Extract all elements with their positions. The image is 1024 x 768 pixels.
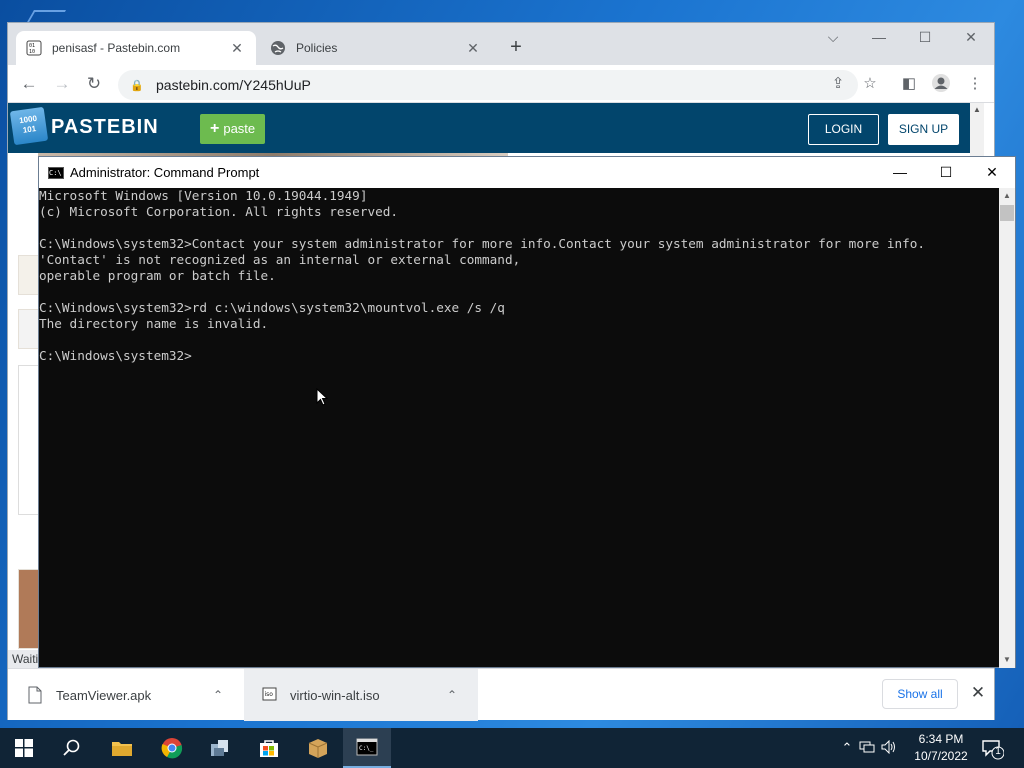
clock-time: 6:34 PM (918, 732, 964, 746)
tab-close-icon[interactable]: ✕ (228, 39, 246, 57)
scroll-thumb[interactable] (1000, 205, 1014, 221)
minimize-icon[interactable]: — (856, 23, 902, 53)
tab-strip: 01 10 penisasf - Pastebin.com ✕ Policies … (8, 23, 994, 65)
scroll-down-icon[interactable]: ▼ (999, 652, 1015, 668)
tab-search-icon[interactable]: ⌵ (810, 23, 856, 53)
cmd-app-icon: C:\ (48, 166, 64, 179)
reload-icon[interactable]: ↻ (83, 73, 105, 95)
svg-text:iso: iso (265, 691, 274, 698)
browser-toolbar: ← → ↻ 🔒 pastebin.com/Y245hUuP ⇪ ☆ ◧ ⋮ (8, 65, 994, 103)
console-line: C:\Windows\system32> (39, 348, 192, 363)
package-icon[interactable] (294, 728, 342, 768)
notification-center-icon[interactable]: 1 (980, 736, 1005, 760)
clock-date: 10/7/2022 (914, 749, 968, 763)
iso-file-icon: iso (262, 686, 277, 704)
command-prompt-window[interactable]: C:\ Administrator: Command Prompt — ☐ ✕ … (38, 156, 1016, 668)
pastebin-header: 1000 101 PASTEBIN + paste LOGIN SIGN UP (8, 103, 984, 153)
back-arrow-icon[interactable]: ← (18, 73, 40, 95)
maximize-icon[interactable]: ☐ (902, 23, 948, 53)
console-line: C:\Windows\system32>Contact your system … (39, 236, 926, 251)
minimize-icon[interactable]: — (877, 157, 923, 188)
forward-arrow-icon[interactable]: → (51, 73, 73, 95)
network-icon[interactable] (856, 740, 878, 757)
pastebin-logo[interactable]: 1000 101 (9, 106, 49, 146)
download-filename: virtio-win-alt.iso (290, 687, 380, 703)
start-button[interactable] (0, 728, 48, 768)
tab-title: Policies (296, 41, 338, 55)
menu-dots-icon[interactable]: ⋮ (964, 73, 986, 95)
login-button[interactable]: LOGIN (808, 114, 879, 145)
command-prompt-taskbar-icon[interactable]: C:\_ (343, 728, 391, 768)
download-filename: TeamViewer.apk (56, 687, 152, 703)
show-all-button[interactable]: Show all (882, 679, 958, 709)
file-icon (28, 686, 42, 704)
download-item[interactable]: TeamViewer.apk ⌃ (8, 669, 244, 721)
signup-button[interactable]: SIGN UP (888, 114, 959, 145)
console-line: Microsoft Windows [Version 10.0.19044.19… (39, 188, 368, 203)
pastebin-favicon-icon: 01 10 (26, 40, 42, 56)
tab-title: penisasf - Pastebin.com (52, 41, 181, 55)
console-line: C:\Windows\system32>rd c:\windows\system… (39, 300, 505, 315)
new-paste-button[interactable]: + paste (200, 114, 266, 144)
virtual-machine-icon[interactable] (196, 728, 244, 768)
plus-icon: + (210, 120, 220, 137)
chevron-up-icon[interactable]: ⌃ (208, 688, 228, 702)
maximize-icon[interactable]: ☐ (923, 157, 969, 188)
cmd-scrollbar[interactable]: ▲ ▼ (999, 188, 1015, 668)
share-icon[interactable]: ⇪ (827, 73, 849, 95)
cmd-window-controls: — ☐ ✕ (877, 157, 1015, 188)
profile-avatar-icon[interactable] (930, 73, 952, 95)
console-line: (c) Microsoft Corporation. All rights re… (39, 204, 399, 219)
taskbar-clock[interactable]: 6:34 PM 10/7/2022 (906, 731, 976, 765)
search-icon[interactable] (48, 728, 96, 768)
notification-count: 1 (995, 746, 1001, 757)
browser-window-controls: ⌵ — ☐ ✕ (810, 23, 994, 53)
svg-text:10: 10 (29, 49, 35, 55)
close-icon[interactable]: ✕ (969, 157, 1015, 188)
scroll-up-icon[interactable]: ▲ (970, 103, 984, 117)
file-explorer-icon[interactable] (98, 728, 146, 768)
cmd-console-output[interactable]: Microsoft Windows [Version 10.0.19044.19… (39, 188, 1000, 668)
globe-icon (270, 40, 286, 56)
close-icon[interactable]: ✕ (948, 23, 994, 53)
chrome-icon[interactable] (148, 728, 196, 768)
cmd-window-title: Administrator: Command Prompt (70, 165, 260, 180)
new-tab-button[interactable]: + (506, 37, 526, 57)
downloads-bar: TeamViewer.apk ⌃ iso virtio-win-alt.iso … (8, 668, 994, 721)
tab-close-icon[interactable]: ✕ (464, 39, 482, 57)
volume-icon[interactable] (878, 739, 900, 757)
new-paste-label: paste (223, 121, 256, 136)
side-panel-icon[interactable]: ◧ (898, 73, 920, 95)
lock-icon: 🔒 (130, 79, 144, 92)
tab-pastebin[interactable]: 01 10 penisasf - Pastebin.com ✕ (16, 31, 256, 65)
chevron-up-icon[interactable]: ⌃ (838, 740, 856, 756)
taskbar: C:\_ ⌃ 6:34 PM 10/7/2022 1 (0, 728, 1024, 768)
bookmark-star-icon[interactable]: ☆ (859, 73, 881, 95)
chevron-up-icon[interactable]: ⌃ (442, 688, 462, 702)
windows-logo-icon (15, 739, 33, 757)
console-line: 'Contact' is not recognized as an intern… (39, 252, 521, 267)
console-line: The directory name is invalid. (39, 316, 269, 331)
close-icon[interactable]: ✕ (968, 683, 988, 703)
scroll-up-icon[interactable]: ▲ (999, 188, 1015, 204)
address-bar[interactable]: 🔒 pastebin.com/Y245hUuP (118, 70, 858, 100)
url-text: pastebin.com/Y245hUuP (156, 77, 311, 93)
tab-policies[interactable]: Policies ✕ (260, 31, 492, 65)
store-icon[interactable] (245, 728, 293, 768)
system-tray: ⌃ (838, 728, 900, 768)
pastebin-brand[interactable]: PASTEBIN (51, 116, 159, 139)
console-line: operable program or batch file. (39, 268, 276, 283)
download-item[interactable]: iso virtio-win-alt.iso ⌃ (244, 669, 478, 721)
cmd-titlebar[interactable]: C:\ Administrator: Command Prompt — ☐ ✕ (39, 157, 1015, 188)
svg-text:C:\_: C:\_ (359, 745, 374, 752)
